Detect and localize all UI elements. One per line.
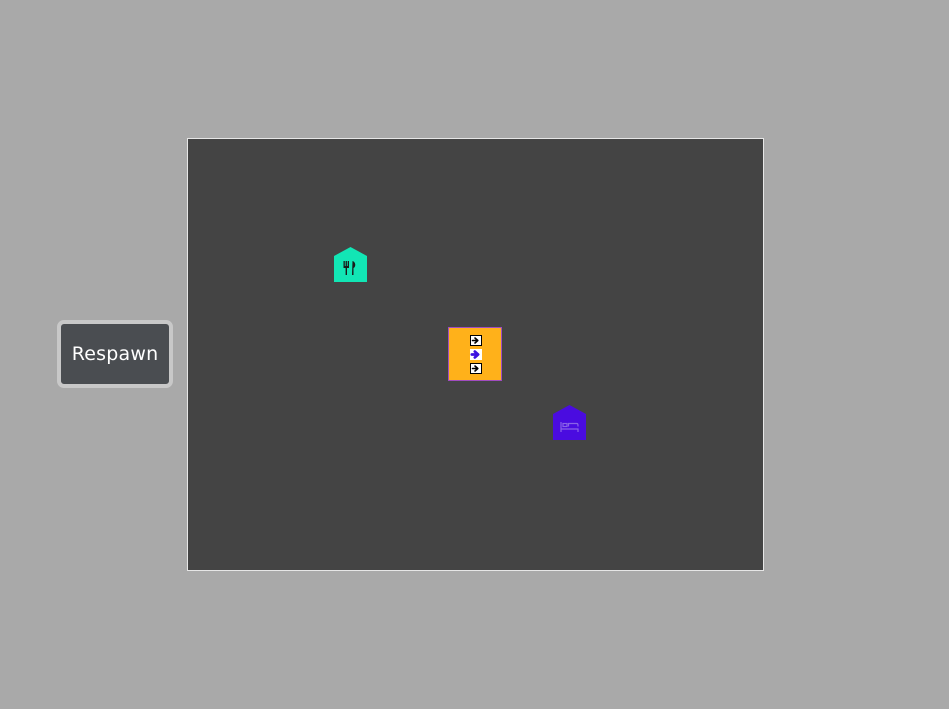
home-building[interactable] (553, 405, 586, 440)
restaurant-house-shape (334, 247, 367, 282)
arrow-right-icon (470, 350, 480, 359)
home-house-shape (553, 405, 586, 440)
game-board[interactable] (187, 138, 764, 571)
arrow-right-icon (471, 365, 479, 372)
game-screen: Respawn (0, 0, 949, 709)
direction-slot (470, 363, 482, 374)
respawn-button[interactable]: Respawn (57, 320, 173, 388)
active-direction-slot (470, 349, 482, 360)
restaurant-building[interactable] (334, 247, 367, 282)
arrow-right-icon (471, 337, 479, 344)
player-character[interactable] (448, 327, 502, 381)
direction-slot (470, 335, 482, 346)
